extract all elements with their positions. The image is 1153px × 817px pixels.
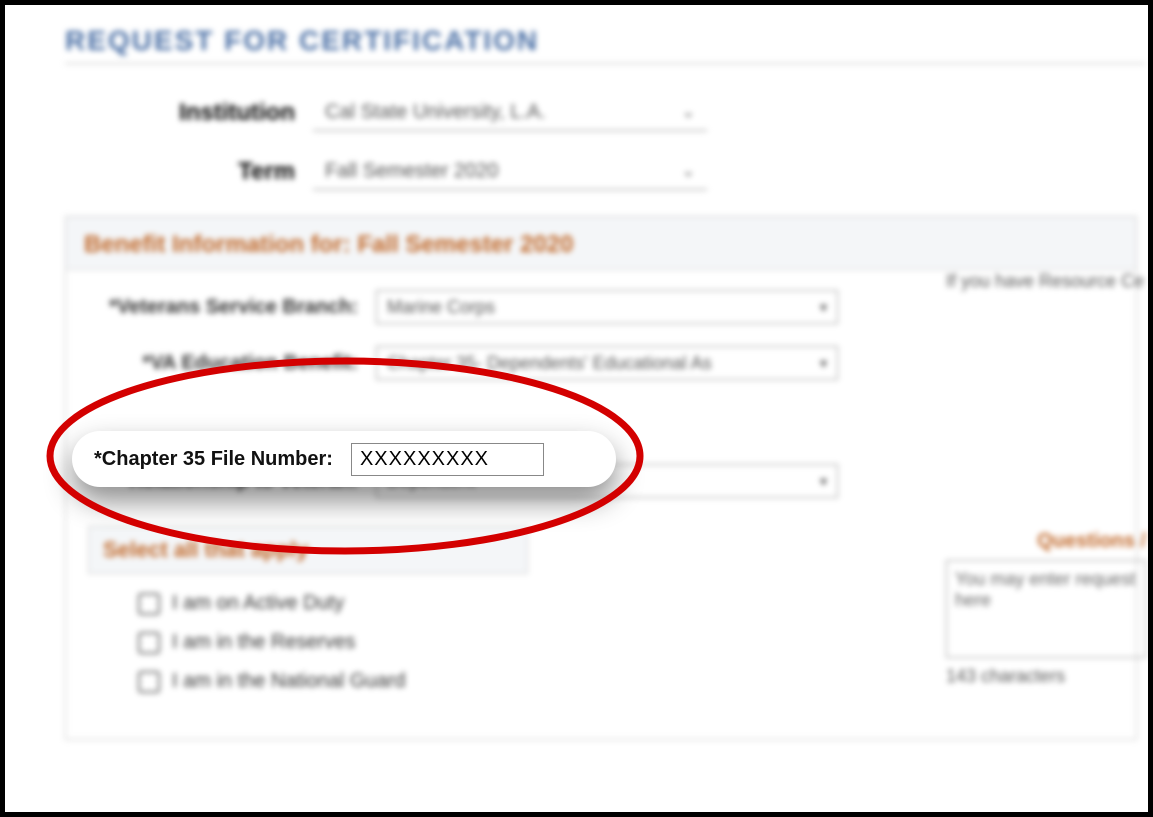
branch-value: Marine Corps [387,297,495,318]
benefit-value: Chapter 35- Dependents' Educational As [387,353,712,374]
checkbox-label: I am in the Reserves [172,631,355,654]
chevron-down-icon: ⌄ [682,102,695,122]
institution-label: Institution [65,99,295,127]
chevron-down-icon: ▾ [820,473,827,490]
panel-title: Benefit Information for: Fall Semester 2… [66,217,1136,270]
term-label: Term [65,158,295,186]
chevron-down-icon: ⌄ [682,161,695,181]
questions-header: Questions / [1037,530,1146,553]
checkbox-label: I am in the National Guard [172,670,405,693]
side-note: If you have Resource Ce [946,270,1146,293]
file-number-input[interactable] [351,443,544,476]
checkbox-icon [138,671,160,693]
term-select[interactable]: Fall Semester 2020 ⌄ [313,153,707,190]
benefit-select[interactable]: Chapter 35- Dependents' Educational As ▾ [376,346,838,380]
branch-select[interactable]: Marine Corps ▾ [376,290,838,324]
select-all-header: Select all that apply [88,526,528,574]
file-number-label: *Chapter 35 File Number: [94,448,333,471]
chevron-down-icon: ▾ [820,355,827,372]
page-title: REQUEST FOR CERTIFICATION [65,25,1148,57]
char-count: 143 characters [946,666,1146,687]
branch-label: *Veterans Service Branch: [88,296,358,319]
checkbox-icon [138,632,160,654]
checkbox-label: I am on Active Duty [172,592,344,615]
institution-value: Cal State University, L.A. [325,101,546,124]
file-number-highlight: *Chapter 35 File Number: [72,431,616,487]
term-value: Fall Semester 2020 [325,160,498,183]
institution-select[interactable]: Cal State University, L.A. ⌄ [313,94,707,131]
benefit-label: *VA Education Benefit: [88,352,358,375]
questions-textarea[interactable]: You may enter request here [946,560,1146,658]
chevron-down-icon: ▾ [820,299,827,316]
title-divider [65,63,1145,64]
checkbox-icon [138,593,160,615]
